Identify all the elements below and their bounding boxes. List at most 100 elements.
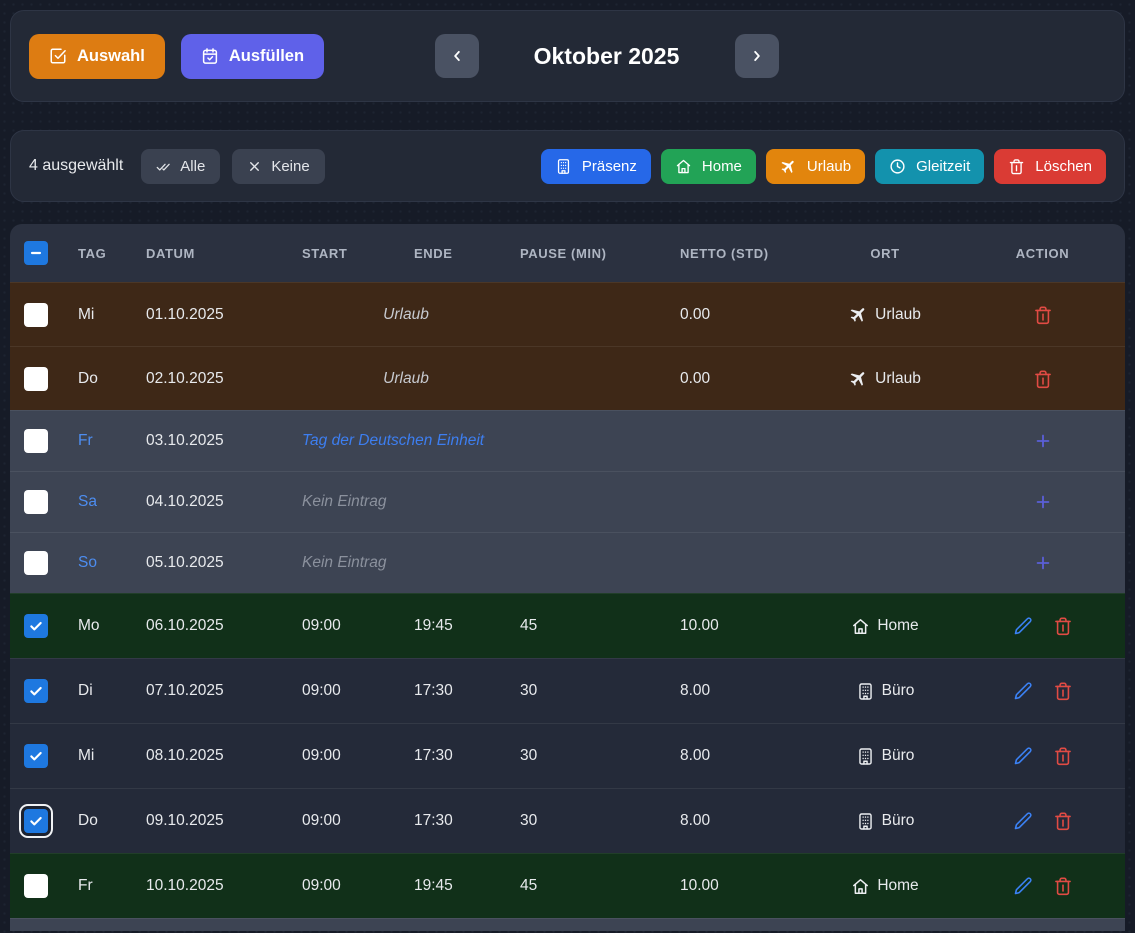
date-cell: 01.10.2025 [136,306,292,324]
edit-entry-button[interactable] [1012,810,1034,832]
gleitzeit-button[interactable]: Gleitzeit [875,149,984,184]
check-icon [28,748,44,764]
day-cell: Mi [68,747,136,765]
ausfuellen-button[interactable]: Ausfüllen [181,34,324,79]
loeschen-button[interactable]: Löschen [994,149,1106,184]
row-checkbox[interactable] [24,614,48,638]
row-checkbox[interactable] [24,809,48,833]
delete-entry-button[interactable] [1052,875,1074,897]
home-button[interactable]: Home [661,149,756,184]
building-icon [856,747,875,766]
ort-label: Urlaub [875,306,921,324]
loeschen-label: Löschen [1035,158,1092,175]
edit-entry-button[interactable] [1012,680,1034,702]
edit-entry-button[interactable] [1012,745,1034,767]
pause-cell: 45 [510,877,670,895]
delete-entry-button[interactable] [1052,680,1074,702]
day-cell: Fr [68,432,136,450]
ort-cell: Urlaub [810,305,960,324]
add-entry-button[interactable] [1032,430,1054,452]
trash-icon [1008,158,1025,175]
row-checkbox[interactable] [24,303,48,327]
note-cell: Urlaub [292,370,510,388]
row-checkbox[interactable] [24,429,48,453]
edit-entry-button[interactable] [1012,615,1034,637]
select-all-checkbox[interactable] [24,241,48,265]
date-cell: 07.10.2025 [136,682,292,700]
trash-icon [1033,305,1053,325]
pause-cell: 30 [510,812,670,830]
row-checkbox[interactable] [24,874,48,898]
delete-entry-button[interactable] [1052,615,1074,637]
ende-cell: 17:30 [404,682,510,700]
column-header-tag: Tag [68,246,136,261]
selection-controls: 4 ausgewählt Alle Keine [29,149,325,184]
action-cell [960,680,1125,702]
ort-cell: Büro [810,682,960,701]
edit-icon [1013,616,1033,636]
day-cell: Fr [68,877,136,895]
column-header-ort: Ort [810,246,960,261]
building-icon [856,812,875,831]
ort-label: Büro [882,812,915,830]
previous-month-button[interactable] [435,34,479,78]
praesenz-button[interactable]: Präsenz [541,149,651,184]
action-cell [960,368,1125,390]
date-cell: 10.10.2025 [136,877,292,895]
add-entry-button[interactable] [1032,491,1054,513]
table-body: Mi01.10.2025Urlaub0.00UrlaubDo02.10.2025… [10,282,1125,931]
trash-icon [1053,616,1073,636]
row-checkbox[interactable] [24,679,48,703]
month-navigation: Oktober 2025 [435,34,779,78]
plane-icon [849,305,868,324]
ort-label: Home [877,617,918,635]
action-cell [960,491,1125,513]
calendar-check-icon [201,47,219,65]
note-cell: Kein Eintrag [292,493,810,511]
table-row: Di07.10.202509:0017:30308.00Büro [10,658,1125,723]
column-header-ende: Ende [404,246,510,261]
date-cell: 06.10.2025 [136,617,292,635]
day-cell: Do [68,370,136,388]
select-all-button[interactable]: Alle [141,149,220,184]
auswahl-button[interactable]: Auswahl [29,34,165,79]
table-row: Mi01.10.2025Urlaub0.00Urlaub [10,282,1125,346]
delete-entry-button[interactable] [1032,368,1054,390]
select-none-button[interactable]: Keine [232,149,324,184]
column-header-datum: Datum [136,246,292,261]
table-header-row: Tag Datum Start Ende Pause (min) Netto (… [10,224,1125,282]
add-entry-button[interactable] [1032,552,1054,574]
netto-cell: 10.00 [670,877,810,895]
start-cell: 09:00 [292,877,404,895]
row-checkbox[interactable] [24,490,48,514]
start-cell: 09:00 [292,747,404,765]
action-cell [960,745,1125,767]
delete-entry-button[interactable] [1032,304,1054,326]
column-header-pause: Pause (min) [510,246,670,261]
start-cell: 09:00 [292,682,404,700]
select-all-label: Alle [180,158,205,175]
action-cell [960,615,1125,637]
urlaub-button[interactable]: Urlaub [766,149,865,184]
plus-icon [1033,492,1053,512]
edit-entry-button[interactable] [1012,875,1034,897]
ort-cell: Büro [810,812,960,831]
bulk-action-buttons: Präsenz Home Urlaub Gleitzeit Löschen [541,149,1106,184]
double-check-icon [156,159,171,174]
mode-button-group: Auswahl Ausfüllen [29,34,324,79]
row-checkbox[interactable] [24,367,48,391]
delete-entry-button[interactable] [1052,810,1074,832]
delete-entry-button[interactable] [1052,745,1074,767]
ende-cell: 19:45 [404,877,510,895]
row-checkbox[interactable] [24,551,48,575]
x-icon [247,159,262,174]
next-month-button[interactable] [735,34,779,78]
selected-count: 4 ausgewählt [29,157,123,175]
table-row: Mi08.10.202509:0017:30308.00Büro [10,723,1125,788]
ort-label: Home [877,877,918,895]
timesheet-table: Tag Datum Start Ende Pause (min) Netto (… [10,224,1125,931]
ort-cell: Büro [810,747,960,766]
check-square-icon [49,47,67,65]
row-checkbox[interactable] [24,744,48,768]
ort-label: Büro [882,747,915,765]
